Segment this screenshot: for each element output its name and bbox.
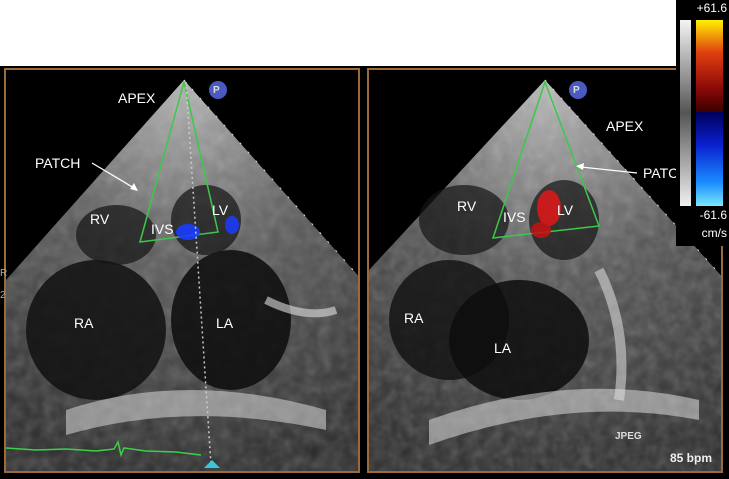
velocity-scale-max: +61.6 [696,1,727,15]
left-label-rv: RV [90,211,110,227]
left-probe-marker-label: P [213,85,220,96]
left-label-la: LA [216,315,234,331]
side-mark-r: R [0,268,8,279]
side-mark-2: 2 [0,290,6,301]
left-label-ivs: IVS [151,221,174,237]
echo-image: P APEX PATCH RV IVS LV RA LA P APEX PATC… [0,0,729,479]
right-label-ra: RA [404,310,424,326]
velocity-scale-min: -61.6 [699,208,727,222]
right-echo-sector [369,79,721,471]
right-probe-marker-label: P [573,85,580,96]
left-echo-sector [6,79,358,471]
velocity-color-scale: +61.6 -61.6 cm/s [676,0,729,246]
right-label-lv: LV [557,202,574,218]
left-label-apex: APEX [118,90,156,106]
left-echo-view: P APEX PATCH RV IVS LV RA LA [4,68,360,473]
right-label-rv: RV [457,198,477,214]
heart-rate-readout: 85 bpm [670,451,713,465]
right-label-apex: APEX [606,118,644,134]
right-label-la: LA [494,340,512,356]
right-format-tag: JPEG [615,431,642,442]
velocity-scale-unit: cm/s [701,226,727,240]
right-echo-view: P APEX PATCH RV IVS LV RA LA JPEG [367,68,723,473]
left-label-patch: PATCH [35,155,81,171]
left-label-lv: LV [212,202,229,218]
left-label-ra: RA [74,315,94,331]
right-label-ivs: IVS [503,209,526,225]
